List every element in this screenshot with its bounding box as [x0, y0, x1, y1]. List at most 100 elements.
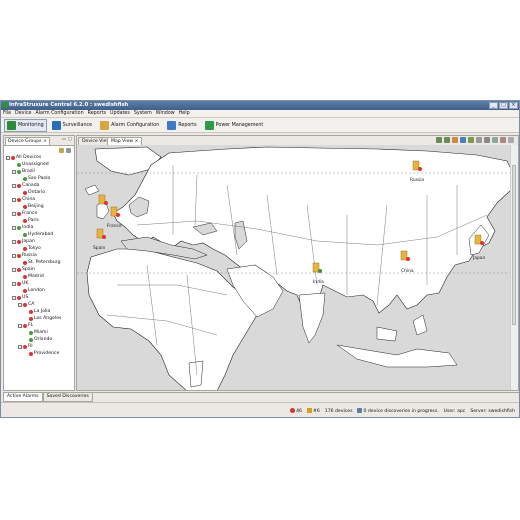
- zoom-in-icon[interactable]: [436, 137, 442, 143]
- menu-bar: File Device Alarm Configuration Reports …: [1, 110, 519, 118]
- tree-item[interactable]: Orlando: [4, 336, 74, 343]
- alarm-status-icon: [23, 190, 27, 195]
- tab-active-alarms[interactable]: Active Alarms: [3, 393, 43, 402]
- tree-item-label: London: [28, 288, 45, 293]
- tree-expander-icon[interactable]: -: [12, 239, 16, 244]
- menu-alarm-configuration[interactable]: Alarm Configuration: [35, 111, 83, 116]
- collapse-all-icon[interactable]: [66, 147, 71, 153]
- tree-expander-icon[interactable]: -: [12, 225, 16, 230]
- tree-item[interactable]: - Japan: [4, 238, 74, 245]
- world-map[interactable]: Russia France Spain India China Japan: [77, 145, 512, 390]
- edit-icon[interactable]: [460, 137, 466, 143]
- tree-item[interactable]: Paris: [4, 217, 74, 224]
- tree-expander-icon[interactable]: -: [18, 323, 22, 328]
- tree-item[interactable]: - CA: [4, 301, 74, 308]
- alarm-status-icon: [11, 155, 15, 160]
- settings-icon[interactable]: [500, 137, 506, 143]
- tree-expander-icon[interactable]: -: [12, 281, 16, 286]
- tree-item[interactable]: Los Angeles: [4, 315, 74, 322]
- menu-reports[interactable]: Reports: [88, 111, 106, 116]
- tree-item[interactable]: - China: [4, 196, 74, 203]
- tree-item[interactable]: Providence: [4, 350, 74, 357]
- power-management-button[interactable]: Power Management: [202, 119, 267, 132]
- menu-file[interactable]: File: [3, 111, 11, 116]
- tree-item[interactable]: - Spain: [4, 266, 74, 273]
- map-label-spain: Spain: [93, 245, 105, 251]
- maximize-panel-icon[interactable]: [508, 137, 514, 143]
- reports-button[interactable]: Reports: [164, 119, 199, 132]
- close-icon[interactable]: ×: [43, 139, 47, 144]
- select-icon[interactable]: [476, 137, 482, 143]
- tree-item[interactable]: - Canada: [4, 182, 74, 189]
- ok-status-icon: [29, 330, 33, 335]
- scrollbar-thumb[interactable]: [512, 165, 516, 325]
- tree-item[interactable]: La Jolla: [4, 308, 74, 315]
- tree-item[interactable]: Miami: [4, 329, 74, 336]
- tree-item[interactable]: - France: [4, 210, 74, 217]
- tree-expander-icon[interactable]: -: [18, 302, 22, 307]
- tree-item[interactable]: - FL: [4, 322, 74, 329]
- tree-item[interactable]: - All Devices: [4, 154, 74, 161]
- pan-icon[interactable]: [452, 137, 458, 143]
- tree-item-label: Unassigned: [22, 162, 49, 167]
- tree-item[interactable]: - UK: [4, 280, 74, 287]
- tree-item[interactable]: - RI: [4, 343, 74, 350]
- tree-item[interactable]: - India: [4, 224, 74, 231]
- menu-device[interactable]: Device: [15, 111, 31, 116]
- print-icon[interactable]: [484, 137, 490, 143]
- tab-saved-discoveries[interactable]: Saved Discoveries: [42, 393, 93, 402]
- tree-item[interactable]: Unassigned: [4, 161, 74, 168]
- alarm-configuration-button[interactable]: Alarm Configuration: [97, 119, 162, 132]
- tree-expander-icon[interactable]: -: [12, 253, 16, 258]
- status-items: 46 #6 176 devices 0 device discoveries i…: [290, 408, 515, 414]
- tree-item[interactable]: - US: [4, 294, 74, 301]
- tree-item[interactable]: Hyderabad: [4, 231, 74, 238]
- minimize-button[interactable]: _: [489, 102, 498, 109]
- close-icon[interactable]: ×: [135, 139, 139, 144]
- tree-item[interactable]: Sao Paolo: [4, 175, 74, 182]
- alarm-status-icon: [23, 344, 27, 349]
- tree-expander-icon[interactable]: -: [12, 197, 16, 202]
- tree-item[interactable]: St. Petersburg: [4, 259, 74, 266]
- tree-item[interactable]: Ontario: [4, 189, 74, 196]
- tree-expander-icon[interactable]: -: [12, 183, 16, 188]
- tree-expander-icon[interactable]: -: [12, 211, 16, 216]
- menu-system[interactable]: System: [134, 111, 152, 116]
- monitoring-button[interactable]: Monitoring: [4, 118, 47, 132]
- refresh-icon[interactable]: [492, 137, 498, 143]
- tab-map-view[interactable]: Map View ×: [107, 137, 143, 145]
- alarm-status-icon: [23, 246, 27, 251]
- close-button[interactable]: ×: [509, 102, 518, 109]
- surveillance-button[interactable]: Surveillance: [49, 119, 95, 132]
- tree-item[interactable]: - Brazil: [4, 168, 74, 175]
- menu-updates[interactable]: Updates: [110, 111, 130, 116]
- critical-alarms-status[interactable]: 46: [290, 408, 302, 414]
- tree-item[interactable]: Beijing: [4, 203, 74, 210]
- tree-expander-icon[interactable]: -: [12, 295, 16, 300]
- tree-item[interactable]: Tokyo: [4, 245, 74, 252]
- folder-icon[interactable]: [59, 147, 64, 153]
- zoom-out-icon[interactable]: [444, 137, 450, 143]
- tab-device-groups[interactable]: Device Groups ×: [5, 137, 50, 145]
- zoom-fit-icon[interactable]: [468, 137, 474, 143]
- menu-help[interactable]: Help: [179, 111, 190, 116]
- panel-controls[interactable]: ▭ ▢: [62, 137, 72, 142]
- tree-expander-icon[interactable]: -: [18, 344, 22, 349]
- maximize-button[interactable]: □: [499, 102, 508, 109]
- menu-window[interactable]: Window: [156, 111, 175, 116]
- tree-item-label: Orlando: [34, 337, 53, 342]
- tree-expander-icon[interactable]: -: [12, 169, 16, 174]
- tree-item[interactable]: - Russia: [4, 252, 74, 259]
- warning-alarms-status[interactable]: #6: [306, 408, 320, 414]
- tree-item[interactable]: Madrid: [4, 273, 74, 280]
- map-panel: Device View Map View × Russia France Spa…: [76, 135, 519, 391]
- tree-expander-icon[interactable]: -: [6, 155, 10, 160]
- map-vertical-scrollbar[interactable]: [510, 145, 518, 390]
- map-label-china: China: [401, 268, 414, 274]
- tree-item[interactable]: London: [4, 287, 74, 294]
- alarm-status-icon: [29, 351, 33, 356]
- map-label-russia: Russia: [410, 177, 424, 183]
- alarm-status-icon: [23, 323, 27, 328]
- tree-expander-icon[interactable]: -: [12, 267, 16, 272]
- map-canvas: Russia France Spain India China Japan: [77, 145, 512, 390]
